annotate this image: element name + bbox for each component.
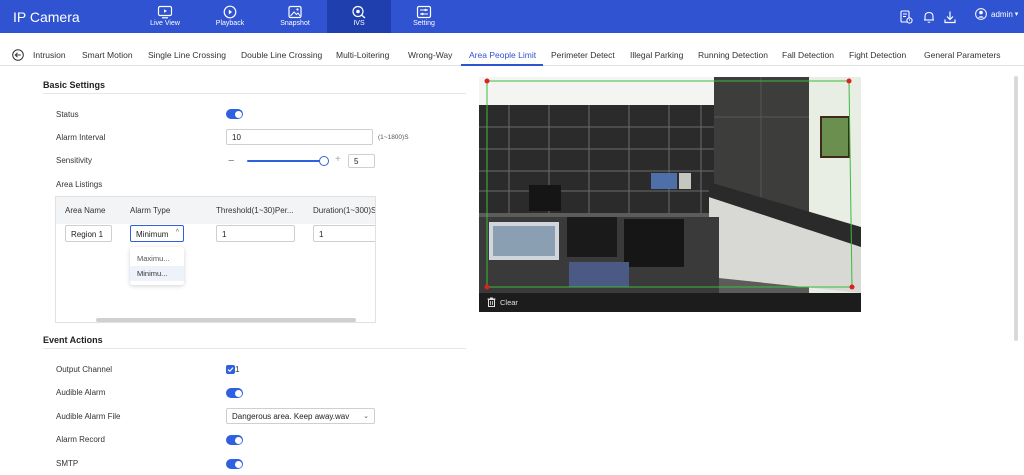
smtp-label: SMTP (56, 459, 79, 468)
section-divider (43, 93, 466, 94)
threshold-input[interactable]: 1 (216, 225, 295, 242)
user-menu[interactable]: admin ▾ (975, 8, 1018, 20)
tab-smart-motion[interactable]: Smart Motion (82, 50, 133, 60)
status-toggle[interactable] (226, 109, 243, 119)
event-actions-title: Event Actions (43, 335, 103, 345)
header-threshold: Threshold(1~30)Per... (216, 206, 294, 215)
user-name: admin (991, 9, 1013, 19)
alarm-record-label: Alarm Record (56, 435, 105, 444)
snapshot-icon (288, 5, 302, 19)
tab-wrong-way[interactable]: Wrong-Way (408, 50, 452, 60)
nav-setting-label: Setting (413, 20, 435, 27)
nav-ivs-label: IVS (353, 20, 365, 27)
sensitivity-slider-track[interactable] (247, 160, 325, 162)
table-header: Area Name Alarm Type Threshold(1~30)Per.… (56, 197, 376, 224)
clear-label: Clear (500, 297, 518, 307)
basic-settings-title: Basic Settings (43, 80, 106, 90)
top-bar: IP Camera Live View Playback Snapshot IV… (0, 0, 1024, 33)
tab-multi-loitering[interactable]: Multi-Loitering (336, 50, 389, 60)
page-vertical-scrollbar[interactable] (1014, 76, 1018, 341)
chevron-down-icon: ▾ (1014, 11, 1019, 18)
alarm-type-select[interactable]: Minimum ^ (130, 225, 184, 242)
output-channel-label: Output Channel (56, 365, 113, 374)
active-tab-indicator (461, 64, 543, 66)
tab-general-parameters[interactable]: General Parameters (924, 50, 1001, 60)
tab-running-detection[interactable]: Running Detection (698, 50, 768, 60)
duration-input[interactable]: 1 (313, 225, 375, 242)
clear-button[interactable]: Clear (487, 297, 518, 307)
alarm-type-dropdown: Maximu... Minimu... (130, 247, 184, 285)
video-preview[interactable]: Clear (479, 77, 861, 312)
playback-icon (223, 5, 237, 19)
tab-bar: Intrusion Smart Motion Single Line Cross… (0, 44, 1024, 66)
sensitivity-increase-button[interactable]: + (335, 154, 341, 165)
nav-playback-label: Playback (215, 20, 245, 27)
tab-illegal-parking[interactable]: Illegal Parking (630, 50, 683, 60)
tab-fight-detection[interactable]: Fight Detection (849, 50, 906, 60)
output-channel-number: 1 (235, 365, 240, 374)
nav-snapshot-label: Snapshot (280, 20, 310, 27)
camera-scene-image (479, 77, 861, 293)
ivs-icon (352, 5, 366, 19)
alarm-record-toggle[interactable] (226, 435, 243, 445)
tab-perimeter-detect[interactable]: Perimeter Detect (551, 50, 615, 60)
sensitivity-decrease-button[interactable]: − (228, 155, 234, 167)
trash-icon (487, 297, 496, 307)
download-icon[interactable] (943, 10, 957, 24)
nav-live-view[interactable]: Live View (133, 0, 197, 33)
nav-ivs[interactable]: IVS (327, 0, 391, 33)
alarm-type-value: Minimum (136, 230, 169, 239)
bell-icon[interactable] (922, 10, 936, 24)
section-divider (43, 348, 466, 349)
nav-playback[interactable]: Playback (198, 0, 262, 33)
tab-single-line-crossing[interactable]: Single Line Crossing (148, 50, 226, 60)
alarm-log-icon[interactable] (899, 10, 913, 24)
audible-alarm-file-select[interactable]: Dangerous area. Keep away.wav ⌄ (226, 408, 375, 424)
audible-alarm-file-value: Dangerous area. Keep away.wav (232, 412, 350, 421)
tab-fall-detection[interactable]: Fall Detection (782, 50, 834, 60)
video-toolbar: Clear (479, 293, 861, 312)
alarm-interval-hint: (1~1800)S (378, 134, 409, 141)
sensitivity-label: Sensitivity (56, 156, 93, 165)
tab-double-line-crossing[interactable]: Double Line Crossing (241, 50, 322, 60)
smtp-toggle[interactable] (226, 459, 243, 469)
area-name-input[interactable]: Region 1 (65, 225, 112, 242)
area-listings-table: Area Name Alarm Type Threshold(1~30)Per.… (55, 196, 376, 323)
status-label: Status (56, 110, 79, 119)
dropdown-option-minimum[interactable]: Minimu... (130, 266, 184, 281)
tab-area-people-limit[interactable]: Area People Limit (469, 50, 536, 60)
audible-alarm-toggle[interactable] (226, 388, 243, 398)
audible-alarm-file-label: Audible Alarm File (56, 412, 121, 421)
nav-live-view-label: Live View (150, 20, 180, 27)
table-horizontal-scrollbar[interactable] (96, 318, 356, 322)
nav-snapshot[interactable]: Snapshot (263, 0, 327, 33)
chevron-down-icon: ⌄ (363, 413, 369, 420)
header-alarm-type: Alarm Type (130, 206, 171, 215)
live-view-icon (157, 5, 173, 19)
setting-icon (416, 5, 432, 19)
tab-intrusion[interactable]: Intrusion (33, 50, 66, 60)
chevron-up-icon: ^ (175, 229, 179, 236)
header-duration: Duration(1~300)S (313, 206, 376, 215)
user-avatar-icon (975, 8, 987, 20)
audible-alarm-label: Audible Alarm (56, 388, 106, 397)
sensitivity-slider-thumb[interactable] (319, 156, 329, 166)
header-area-name: Area Name (65, 206, 106, 215)
back-arrow-icon[interactable] (12, 49, 24, 61)
alarm-interval-label: Alarm Interval (56, 133, 106, 142)
checkmark-icon (227, 367, 234, 373)
dropdown-option-maximum[interactable]: Maximu... (130, 251, 184, 266)
app-title: IP Camera (13, 9, 80, 25)
area-listings-label: Area Listings (56, 180, 103, 189)
alarm-interval-input[interactable]: 10 (226, 129, 373, 145)
output-channel-checkbox[interactable] (226, 365, 235, 374)
sensitivity-value-input[interactable]: 5 (348, 154, 375, 168)
nav-setting[interactable]: Setting (392, 0, 456, 33)
